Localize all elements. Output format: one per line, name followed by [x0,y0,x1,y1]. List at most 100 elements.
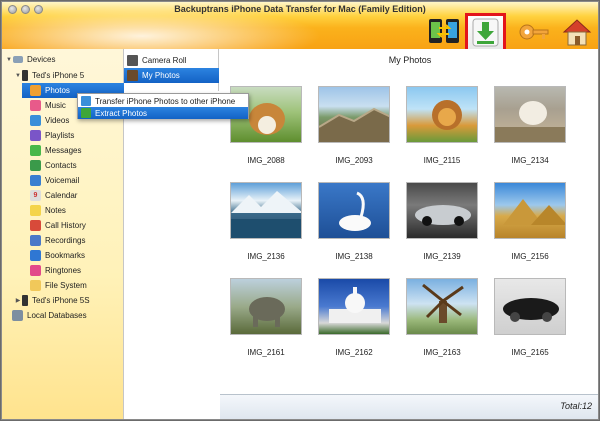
photo-image[interactable] [494,182,566,239]
sidebar-item-label: Voicemail [45,176,80,185]
devices-icon [13,56,23,63]
notes-icon [30,205,41,216]
app-window: Backuptrans iPhone Data Transfer for Mac… [1,1,599,420]
photo-name: IMG_2138 [335,252,373,261]
photo-thumbnail[interactable]: IMG_2134 [490,86,570,170]
photo-thumbnail[interactable]: IMG_2115 [402,86,482,170]
sidebar-item-playlists[interactable]: Playlists [30,128,74,143]
sidebar-item-bookmarks[interactable]: Bookmarks [30,248,85,263]
page-title: My Photos [388,55,432,65]
sidebar-item-ringtones[interactable]: Ringtones [30,263,81,278]
sidebar-item-recordings[interactable]: Recordings [30,233,85,248]
sidebar-item-call-history[interactable]: Call History [30,218,86,233]
photo-name: IMG_2165 [511,348,549,357]
photo-thumbnail[interactable]: IMG_2162 [314,278,394,362]
photo-thumbnail[interactable]: IMG_2161 [226,278,306,362]
photo-image[interactable] [406,182,478,239]
register-button[interactable] [516,16,550,48]
transfer-button[interactable] [427,16,461,48]
file-system-icon [30,280,41,291]
photo-name: IMG_2161 [247,348,285,357]
menu-item-extract-photos[interactable]: Extract Photos [78,107,248,119]
sidebar-item-calendar[interactable]: 9 Calendar [30,188,77,203]
photo-image[interactable] [230,182,302,239]
menu-item-label: Transfer iPhone Photos to other iPhone [95,96,236,106]
sidebar-item-label: File System [45,281,87,290]
device-iphone5[interactable]: ▼ Ted's iPhone 5 [14,68,84,83]
sidebar-item-label: Bookmarks [45,251,86,260]
photos-icon [30,85,41,96]
sidebar-item-label: Contacts [45,161,77,170]
album-camera-roll[interactable]: Camera Roll [124,53,219,68]
device-name: Ted's iPhone 5S [32,296,90,305]
voicemail-icon [30,175,41,186]
calendar-icon: 9 [30,190,41,201]
photo-name: IMG_2156 [511,252,549,261]
sidebar-item-contacts[interactable]: Contacts [30,158,77,173]
photo-thumbnail[interactable]: IMG_2156 [490,182,570,266]
collapse-triangle-icon[interactable]: ▶ [14,297,22,304]
bookmarks-icon [30,250,41,261]
photo-image[interactable] [318,182,390,239]
photo-image[interactable] [230,278,302,335]
extract-photos-icon [81,108,91,118]
call-history-icon [30,220,41,231]
home-button[interactable] [560,16,594,48]
photo-name: IMG_2134 [511,156,549,165]
transfer-photos-icon [81,96,91,106]
my-photos-icon [127,70,138,81]
expand-triangle-icon[interactable]: ▼ [14,73,22,79]
sidebar-item-file-system[interactable]: File System [30,278,87,293]
menu-item-label: Extract Photos [95,108,148,118]
photo-name: IMG_2115 [423,156,461,165]
photo-name: IMG_2163 [423,348,461,357]
photo-image[interactable] [318,278,390,335]
photo-image[interactable] [406,278,478,335]
sidebar-item-notes[interactable]: Notes [30,203,66,218]
devices-label: Devices [27,55,56,64]
sidebar-item-messages[interactable]: Messages [30,143,81,158]
photo-image[interactable] [318,86,390,143]
sidebar-item-voicemail[interactable]: Voicemail [30,173,79,188]
extract-button[interactable] [465,13,506,49]
photo-thumbnail[interactable]: IMG_2165 [490,278,570,362]
photo-thumbnail[interactable]: IMG_2136 [226,182,306,266]
messages-icon [30,145,41,156]
photo-thumbnail[interactable]: IMG_2138 [314,182,394,266]
photo-image[interactable] [494,86,566,143]
album-my-photos[interactable]: My Photos [124,68,219,83]
iphone-icon [22,70,28,81]
menu-item-transfer-iphone-photos-to-other-iphone[interactable]: Transfer iPhone Photos to other iPhone [78,95,248,107]
sidebar-item-label: Ringtones [45,266,82,275]
devices-node[interactable]: ▼ Devices [5,52,55,67]
photo-name: IMG_2162 [335,348,373,357]
phones-transfer-icon [429,19,459,43]
local-databases-label: Local Databases [27,311,87,320]
device-iphone5s[interactable]: ▶ Ted's iPhone 5S [14,293,90,308]
photo-thumbnail[interactable]: IMG_2139 [402,182,482,266]
photo-image[interactable] [406,86,478,143]
photo-thumbnail[interactable]: IMG_2093 [314,86,394,170]
status-bar: Total:12 [220,394,598,419]
photo-thumbnail[interactable]: IMG_2163 [402,278,482,362]
photo-image[interactable] [494,278,566,335]
sidebar-item-music[interactable]: Music [30,98,66,113]
local-databases[interactable]: Local Databases [12,308,87,323]
photo-name: IMG_2139 [423,252,461,261]
sidebar-item-label: Recordings [45,236,86,245]
album-label: My Photos [142,71,180,80]
album-label: Camera Roll [142,56,187,65]
iphone-icon [22,295,28,306]
sidebar-item-videos[interactable]: Videos [30,113,69,128]
photo-grid-panel: My Photos IMG_2088 IMG_2093 IMG_2115 IMG_21… [220,49,598,419]
device-name: Ted's iPhone 5 [32,71,85,80]
total-count: Total:12 [560,401,592,411]
recordings-icon [30,235,41,246]
sidebar-item-label: Photos [45,86,70,95]
sidebar-item-label: Calendar [45,191,78,200]
expand-triangle-icon[interactable]: ▼ [5,57,13,63]
green-download-arrow-icon [472,18,499,47]
sidebar-item-label: Call History [45,221,86,230]
photo-name: IMG_2136 [247,252,285,261]
camera-roll-icon [127,55,138,66]
